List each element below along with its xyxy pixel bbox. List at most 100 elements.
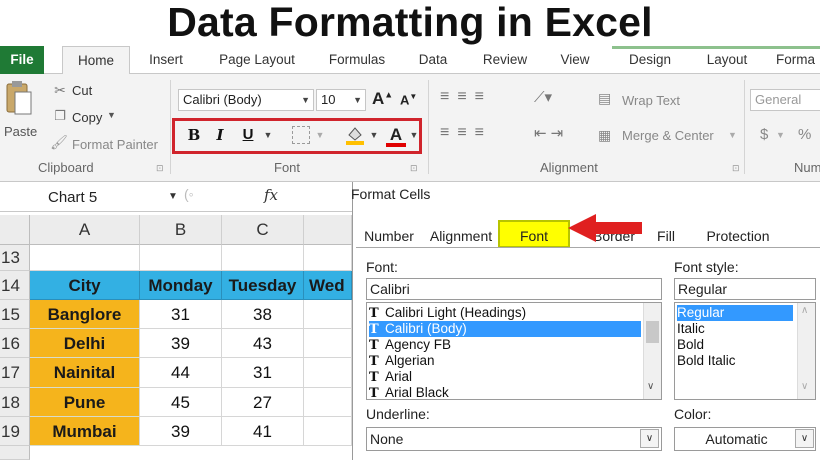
tab-protection[interactable]: Protection bbox=[700, 224, 776, 248]
shrink-font-icon[interactable]: A▼ bbox=[400, 92, 417, 107]
tuesday-cell[interactable]: 43 bbox=[222, 329, 304, 358]
wrap-text-button[interactable]: Wrap Text bbox=[622, 93, 680, 108]
row-header[interactable]: 16 bbox=[0, 329, 30, 358]
row-header[interactable]: 14 bbox=[0, 271, 30, 300]
city-cell[interactable]: Pune bbox=[30, 388, 140, 417]
tuesday-cell[interactable]: 31 bbox=[222, 358, 304, 388]
table-cell[interactable] bbox=[304, 245, 352, 271]
bold-button[interactable]: B bbox=[184, 124, 204, 146]
city-cell[interactable]: Nainital bbox=[30, 358, 140, 388]
font-launcher-icon[interactable]: ⊡ bbox=[410, 163, 418, 174]
font-style-list[interactable]: Regular Italic Bold Bold Italic ∧ ∨ bbox=[674, 302, 816, 400]
monday-cell[interactable]: 45 bbox=[140, 388, 222, 417]
monday-cell[interactable]: 44 bbox=[140, 358, 222, 388]
wednesday-cell[interactable] bbox=[304, 388, 352, 417]
wednesday-cell[interactable] bbox=[304, 329, 352, 358]
monday-cell[interactable]: 31 bbox=[140, 300, 222, 329]
tuesday-cell[interactable]: 41 bbox=[222, 417, 304, 446]
merge-dropdown-icon[interactable]: ▼ bbox=[728, 130, 737, 140]
borders-icon[interactable] bbox=[292, 126, 310, 144]
merge-center-icon[interactable]: ▦ bbox=[598, 127, 611, 144]
tab-insert[interactable]: Insert bbox=[140, 46, 192, 74]
currency-dropdown-icon[interactable]: ▼ bbox=[776, 130, 785, 140]
column-header-a[interactable]: A bbox=[30, 215, 140, 245]
insert-function-button[interactable]: fx bbox=[264, 186, 278, 204]
list-item[interactable]: Bold Italic bbox=[677, 353, 793, 369]
tab-design[interactable]: Design bbox=[618, 46, 682, 74]
row-header[interactable]: 19 bbox=[0, 417, 30, 446]
formula-bar-handle-icon[interactable]: (◦ bbox=[184, 186, 194, 202]
table-cell[interactable] bbox=[140, 245, 222, 271]
underline-select[interactable]: None bbox=[366, 427, 662, 451]
tab-page-layout[interactable]: Page Layout bbox=[210, 46, 304, 74]
tab-file[interactable]: File bbox=[0, 46, 44, 74]
horizontal-align-icons[interactable]: ≡≡≡ bbox=[440, 124, 492, 142]
monday-cell[interactable]: 39 bbox=[140, 417, 222, 446]
chevron-down-icon[interactable]: ∨ bbox=[795, 429, 814, 448]
font-name-dropdown[interactable]: Calibri (Body) ▼ bbox=[178, 89, 314, 111]
tuesday-cell[interactable]: 38 bbox=[222, 300, 304, 329]
row-header[interactable]: 15 bbox=[0, 300, 30, 329]
font-name-input[interactable]: Calibri bbox=[366, 278, 662, 300]
header-cell-city[interactable]: City bbox=[30, 271, 140, 300]
cut-icon[interactable]: ✂ bbox=[52, 82, 68, 99]
column-header-c[interactable]: C bbox=[222, 215, 304, 245]
underline-dropdown-icon[interactable]: ▼ bbox=[262, 124, 274, 146]
city-cell[interactable]: Delhi bbox=[30, 329, 140, 358]
copy-button[interactable]: Copy bbox=[72, 110, 102, 125]
scrollbar-thumb[interactable] bbox=[646, 321, 659, 343]
font-color-dropdown-icon[interactable]: ▼ bbox=[408, 124, 420, 146]
paste-label[interactable]: Paste bbox=[4, 124, 37, 139]
row-header[interactable]: 17 bbox=[0, 358, 30, 388]
cut-button[interactable]: Cut bbox=[72, 83, 92, 98]
font-list[interactable]: T Calibri Light (Headings) T Calibri (Body… bbox=[366, 302, 662, 401]
row-header[interactable] bbox=[0, 446, 30, 460]
tab-number[interactable]: Number bbox=[360, 224, 418, 248]
paste-icon[interactable] bbox=[4, 80, 34, 120]
table-cell[interactable] bbox=[30, 245, 140, 271]
tab-format[interactable]: Forma bbox=[776, 46, 820, 74]
list-item[interactable]: T Agency FB bbox=[369, 337, 641, 353]
alignment-launcher-icon[interactable]: ⊡ bbox=[732, 163, 740, 174]
header-cell-tuesday[interactable]: Tuesday bbox=[222, 271, 304, 300]
chevron-down-icon[interactable]: ∨ bbox=[640, 429, 659, 448]
format-painter-icon[interactable]: 🖌 bbox=[50, 134, 68, 151]
number-format-dropdown[interactable]: General bbox=[750, 89, 820, 111]
tab-layout[interactable]: Layout bbox=[698, 46, 756, 74]
vertical-align-icons[interactable]: ≡≡≡ bbox=[440, 88, 492, 106]
clipboard-launcher-icon[interactable]: ⊡ bbox=[156, 163, 164, 174]
fill-color-dropdown-icon[interactable]: ▼ bbox=[368, 124, 380, 146]
tab-fill[interactable]: Fill bbox=[650, 224, 682, 248]
tab-review[interactable]: Review bbox=[476, 46, 534, 74]
column-header-b[interactable]: B bbox=[140, 215, 222, 245]
orientation-icon[interactable]: ⟋▾ bbox=[534, 88, 552, 106]
scroll-down-icon[interactable]: ∨ bbox=[647, 381, 654, 392]
monday-cell[interactable]: 39 bbox=[140, 329, 222, 358]
row-header[interactable]: 18 bbox=[0, 388, 30, 417]
scroll-up-icon[interactable]: ∧ bbox=[801, 305, 808, 316]
font-style-input[interactable]: Regular bbox=[674, 278, 816, 300]
scroll-down-icon[interactable]: ∨ bbox=[801, 381, 808, 392]
tab-data[interactable]: Data bbox=[410, 46, 456, 74]
font-size-dropdown[interactable]: 10 ▼ bbox=[316, 89, 366, 111]
underline-button[interactable]: U bbox=[238, 124, 258, 146]
percent-button[interactable]: % bbox=[798, 126, 811, 143]
wrap-text-icon[interactable]: ▤ bbox=[598, 90, 611, 107]
copy-icon[interactable]: ❐ bbox=[52, 108, 68, 124]
format-painter-button[interactable]: Format Painter bbox=[72, 137, 158, 152]
italic-button[interactable]: I bbox=[210, 124, 230, 146]
font-list-scrollbar[interactable]: ∨ bbox=[643, 303, 661, 399]
wednesday-cell[interactable] bbox=[304, 358, 352, 388]
table-cell[interactable] bbox=[222, 245, 304, 271]
wednesday-cell[interactable] bbox=[304, 417, 352, 446]
select-all-corner[interactable] bbox=[0, 215, 30, 245]
merge-center-button[interactable]: Merge & Center bbox=[622, 128, 714, 143]
list-item-selected[interactable]: Regular bbox=[677, 305, 793, 321]
list-item[interactable]: T Algerian bbox=[369, 353, 641, 369]
city-cell[interactable]: Banglore bbox=[30, 300, 140, 329]
copy-dropdown-icon[interactable]: ▼ bbox=[107, 110, 116, 120]
tab-view[interactable]: View bbox=[550, 46, 600, 74]
currency-button[interactable]: $ bbox=[760, 126, 768, 143]
tab-alignment[interactable]: Alignment bbox=[426, 224, 496, 248]
name-box-dropdown-icon[interactable]: ▼ bbox=[168, 191, 178, 202]
